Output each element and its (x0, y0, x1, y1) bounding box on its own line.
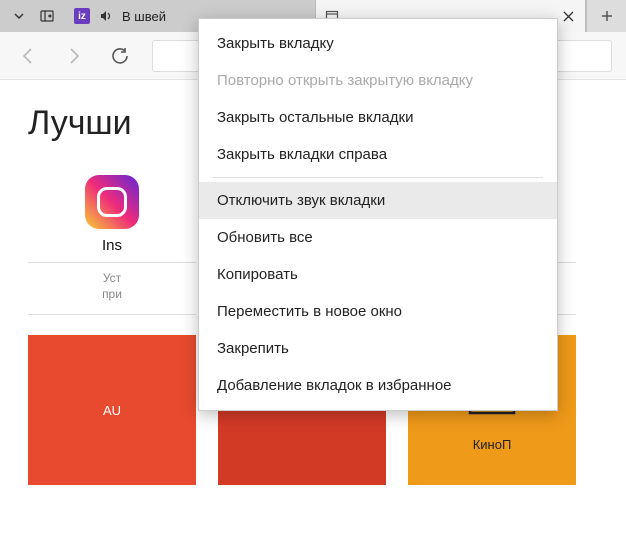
refresh-button[interactable] (106, 42, 134, 70)
card-instagram[interactable]: Ins Устпри (28, 167, 196, 315)
set-aside-tabs-icon[interactable] (38, 7, 56, 25)
tab-1-audio-icon[interactable] (98, 8, 114, 24)
menu-add-to-favorites[interactable]: Добавление вкладок в избранное (199, 367, 557, 404)
new-tab-button[interactable] (586, 0, 626, 32)
menu-move-to-new-window[interactable]: Переместить в новое окно (199, 293, 557, 330)
menu-close-tabs-right[interactable]: Закрыть вкладки справа (199, 136, 557, 173)
card-meta: Устпри (28, 271, 196, 302)
card-icon-wrap (28, 167, 196, 237)
tile-label: КиноП (473, 437, 512, 452)
menu-copy[interactable]: Копировать (199, 256, 557, 293)
menu-refresh-all[interactable]: Обновить все (199, 219, 557, 256)
forward-button[interactable] (60, 42, 88, 70)
card-divider (28, 262, 196, 263)
menu-close-other-tabs[interactable]: Закрыть остальные вкладки (199, 99, 557, 136)
menu-mute-tab[interactable]: Отключить звук вкладки (199, 182, 557, 219)
menu-pin[interactable]: Закрепить (199, 330, 557, 367)
tabs-dropdown-icon[interactable] (10, 7, 28, 25)
tile-label: AU (103, 403, 121, 418)
instagram-icon (85, 175, 139, 229)
tab-2-close-icon[interactable] (559, 11, 577, 22)
menu-separator (213, 177, 543, 178)
tile-1[interactable]: AU (28, 335, 196, 485)
menu-reopen-closed-tab: Повторно открыть закрытую вкладку (199, 62, 557, 99)
tab-bar-left-controls (0, 0, 66, 32)
back-button[interactable] (14, 42, 42, 70)
tab-1-favicon: iz (74, 8, 90, 24)
card-name: Ins (28, 237, 196, 254)
menu-close-tab[interactable]: Закрыть вкладку (199, 25, 557, 62)
tab-context-menu: Закрыть вкладку Повторно открыть закрыту… (198, 18, 558, 411)
